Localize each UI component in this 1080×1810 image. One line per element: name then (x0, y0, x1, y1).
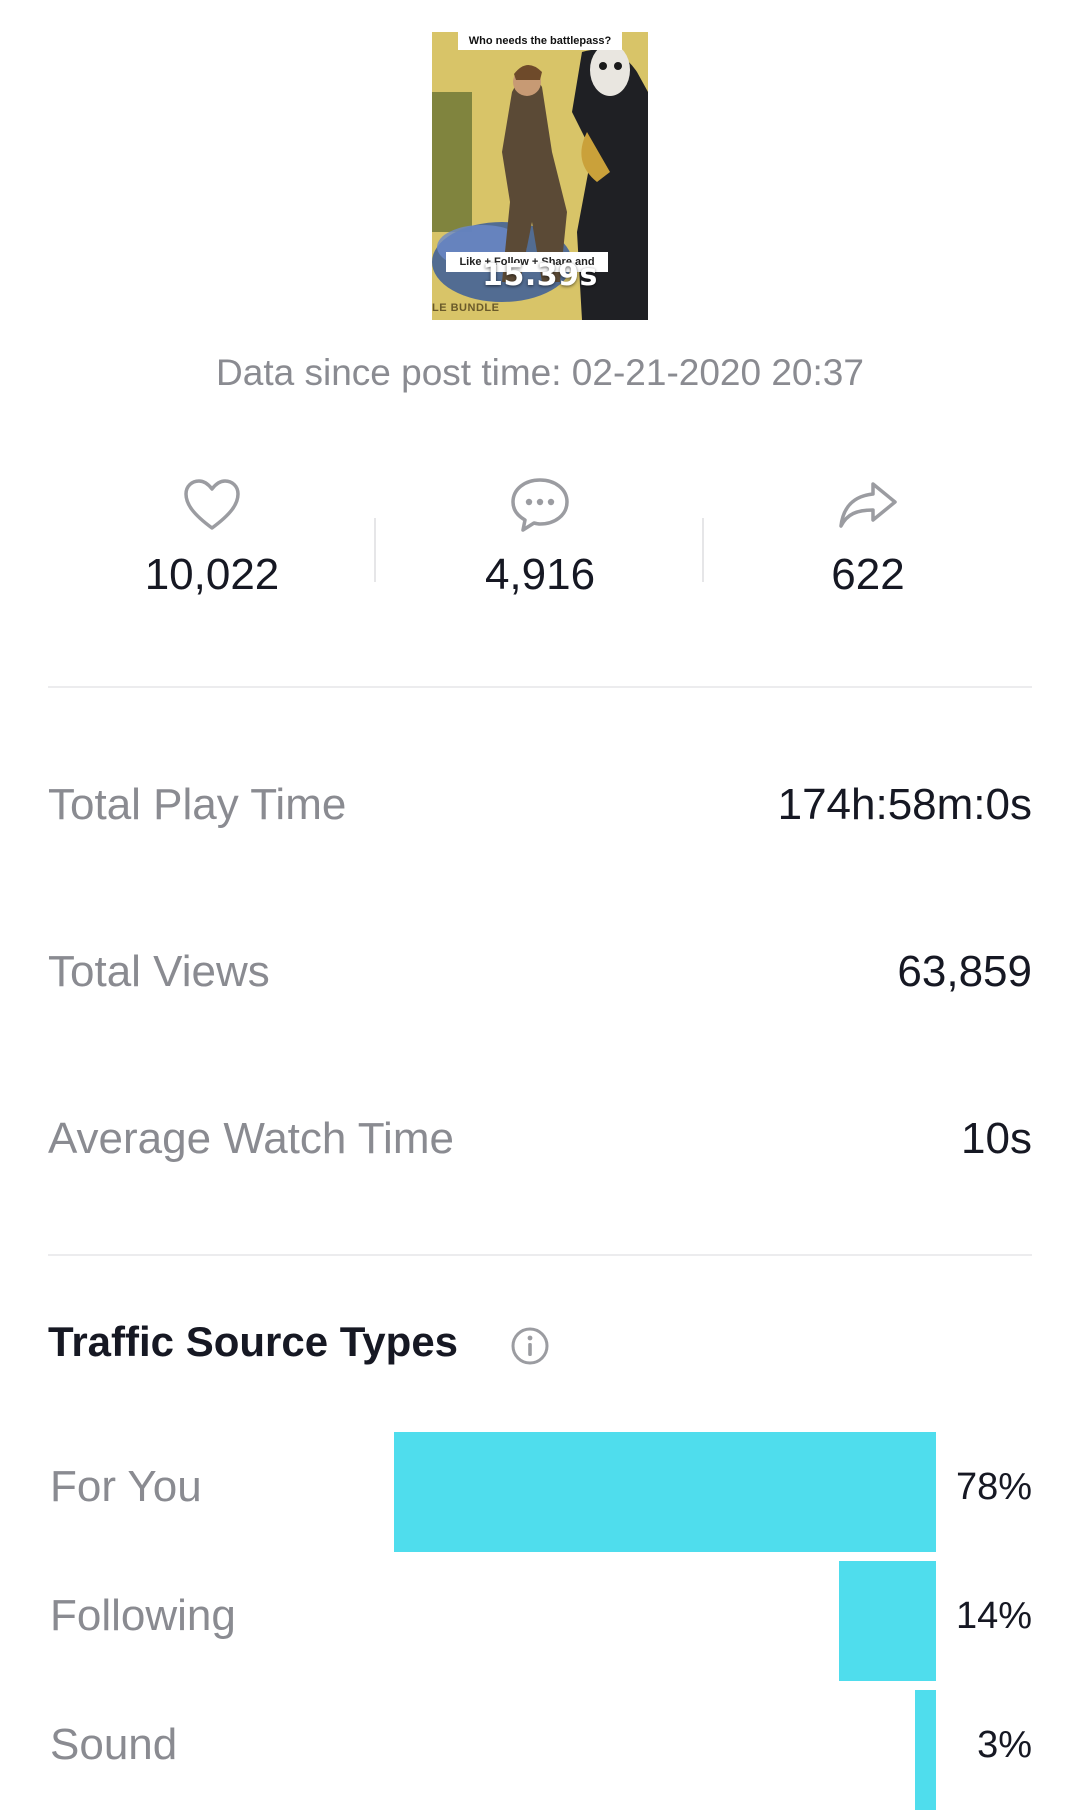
comments-count: 4,916 (484, 550, 596, 599)
metric-total-views: Total Views 63,859 (48, 947, 1032, 1007)
traffic-percent: 14% (955, 1595, 1032, 1637)
divider (48, 686, 1032, 688)
likes-stat: 10,022 (48, 470, 376, 600)
traffic-row-for-you: For You 78% (48, 1432, 1032, 1552)
shares-count: 622 (831, 550, 905, 599)
traffic-label: Following (50, 1591, 236, 1640)
share-icon (704, 470, 1032, 540)
post-time: Data since post time: 02-21-2020 20:37 (216, 352, 864, 393)
traffic-label: For You (50, 1462, 202, 1511)
shares-stat: 622 (704, 470, 1032, 600)
metric-average-watch-time: Average Watch Time 10s (48, 1114, 1032, 1174)
engagement-stats: 10,022 4,916 622 (48, 470, 1032, 620)
thumbnail-bundle-text: LE BUNDLE (432, 302, 500, 314)
video-thumbnail[interactable]: Who needs the battlepass? Like + Follow … (432, 32, 648, 320)
video-duration: 15.39s (482, 258, 598, 293)
heart-icon (48, 470, 376, 540)
traffic-label: Sound (50, 1720, 178, 1769)
likes-count: 10,022 (144, 550, 280, 599)
divider (48, 1254, 1032, 1256)
traffic-bar (838, 1561, 936, 1681)
traffic-percent: 78% (955, 1466, 1032, 1508)
comment-icon (376, 470, 704, 540)
metric-value: 63,859 (897, 947, 1032, 996)
info-icon[interactable] (510, 1326, 550, 1371)
metric-total-play-time: Total Play Time 174h:58m:0s (48, 780, 1032, 840)
thumbnail-caption-top: Who needs the battlepass? (458, 32, 622, 50)
metric-label: Average Watch Time (48, 1114, 454, 1163)
comments-stat: 4,916 (376, 470, 704, 600)
metric-value: 10s (961, 1114, 1032, 1163)
traffic-percent: 3% (977, 1724, 1032, 1766)
metric-value: 174h:58m:0s (777, 780, 1032, 829)
traffic-row-sound: Sound 3% (48, 1690, 1032, 1810)
traffic-row-following: Following 14% (48, 1561, 1032, 1681)
traffic-bar (915, 1690, 936, 1810)
traffic-bar (393, 1432, 936, 1552)
metric-label: Total Play Time (48, 780, 347, 829)
traffic-section-title: Traffic Source Types (48, 1318, 459, 1365)
metric-label: Total Views (48, 947, 270, 996)
